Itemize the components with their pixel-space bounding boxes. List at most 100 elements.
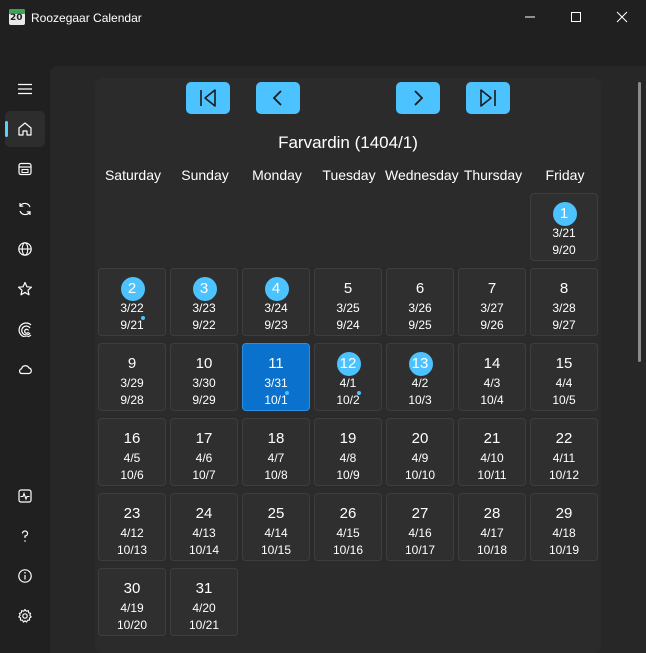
- gregorian-date: 4/13: [192, 526, 216, 540]
- scrollbar[interactable]: [638, 82, 641, 362]
- hijri-date: 9/20: [552, 243, 576, 257]
- day-cell[interactable]: 27 4/16 10/17: [386, 493, 454, 561]
- hijri-date: 10/15: [260, 543, 292, 557]
- hijri-date: 9/24: [336, 318, 360, 332]
- hijri-date: 9/21: [120, 318, 144, 332]
- sync-icon: [19, 202, 31, 216]
- sidebar-item-home[interactable]: [5, 111, 45, 147]
- hijri-date: 10/19: [548, 543, 580, 557]
- sidebar-item-info[interactable]: [5, 558, 45, 594]
- day-number: 25: [267, 505, 285, 522]
- gregorian-date: 3/27: [480, 301, 504, 315]
- gregorian-date: 4/14: [264, 526, 288, 540]
- previous-month-button[interactable]: [256, 82, 300, 114]
- event-dot: [357, 391, 361, 395]
- day-number: 20: [411, 430, 429, 447]
- hijri-date: 10/21: [188, 618, 220, 632]
- gregorian-date: 4/15: [336, 526, 360, 540]
- day-cell[interactable]: 9 3/29 9/28: [98, 343, 166, 411]
- hijri-date: 9/26: [480, 318, 504, 332]
- day-number: 21: [483, 430, 501, 447]
- day-cell[interactable]: 6 3/26 9/25: [386, 268, 454, 336]
- day-cell[interactable]: 8 3/28 9/27: [530, 268, 598, 336]
- day-cell[interactable]: 24 4/13 10/14: [170, 493, 238, 561]
- day-number: 19: [339, 430, 357, 447]
- day-cell[interactable]: 1 3/21 9/20: [530, 193, 598, 261]
- hijri-date: 10/17: [404, 543, 436, 557]
- gregorian-date: 4/2: [411, 376, 429, 390]
- hijri-date: 10/13: [116, 543, 148, 557]
- hijri-date: 9/29: [192, 393, 216, 407]
- day-cell[interactable]: 14 4/3 10/4: [458, 343, 526, 411]
- day-cell[interactable]: 4 3/24 9/23: [242, 268, 310, 336]
- day-cell[interactable]: 30 4/19 10/20: [98, 568, 166, 636]
- sidebar-item-converter[interactable]: [5, 311, 45, 347]
- day-cell[interactable]: 25 4/14 10/15: [242, 493, 310, 561]
- sidebar-item-activity[interactable]: [5, 478, 45, 514]
- sidebar-item-cloud[interactable]: [5, 351, 45, 387]
- hijri-date: 9/22: [192, 318, 216, 332]
- weekday-tuesday: Tuesday: [322, 167, 376, 183]
- day-number: 14: [483, 355, 501, 372]
- gregorian-date: 3/24: [264, 301, 288, 315]
- sidebar-item-sync[interactable]: [5, 191, 45, 227]
- day-cell[interactable]: 7 3/27 9/26: [458, 268, 526, 336]
- hijri-date: 10/6: [120, 468, 144, 482]
- maximize-button[interactable]: [553, 0, 599, 34]
- day-cell[interactable]: 20 4/9 10/10: [386, 418, 454, 486]
- day-cell[interactable]: 18 4/7 10/8: [242, 418, 310, 486]
- app-icon-number: 20: [10, 13, 23, 23]
- day-cell[interactable]: 2 3/22 9/21: [98, 268, 166, 336]
- gregorian-date: 4/12: [120, 526, 144, 540]
- day-number: 30: [123, 580, 141, 597]
- gregorian-date: 4/16: [408, 526, 432, 540]
- calendar-icon: [18, 162, 32, 176]
- day-cell[interactable]: 26 4/15 10/16: [314, 493, 382, 561]
- hijri-date: 10/7: [192, 468, 216, 482]
- day-cell[interactable]: 15 4/4 10/5: [530, 343, 598, 411]
- weekday-thursday: Thursday: [463, 167, 523, 183]
- day-number: 15: [555, 355, 573, 372]
- day-cell[interactable]: 10 3/30 9/29: [170, 343, 238, 411]
- weekday-saturday: Saturday: [104, 167, 162, 183]
- day-number: 5: [343, 280, 353, 297]
- sidebar-item-calendar[interactable]: [5, 151, 45, 187]
- sidebar-item-favorites[interactable]: [5, 271, 45, 307]
- day-cell[interactable]: 31 4/20 10/21: [170, 568, 238, 636]
- gregorian-date: 3/28: [552, 301, 576, 315]
- day-cell[interactable]: 16 4/5 10/6: [98, 418, 166, 486]
- day-number: 27: [411, 505, 429, 522]
- hamburger-menu-button[interactable]: [5, 71, 45, 107]
- day-cell[interactable]: 23 4/12 10/13: [98, 493, 166, 561]
- sidebar: [0, 36, 50, 653]
- day-cell[interactable]: 17 4/6 10/7: [170, 418, 238, 486]
- help-icon: [21, 530, 29, 542]
- sidebar-item-settings[interactable]: [5, 598, 45, 634]
- gregorian-date: 4/18: [552, 526, 576, 540]
- last-month-button[interactable]: [466, 82, 510, 114]
- gregorian-date: 4/8: [339, 451, 357, 465]
- day-cell[interactable]: 22 4/11 10/12: [530, 418, 598, 486]
- day-number: 26: [339, 505, 357, 522]
- globe-icon: [18, 242, 32, 256]
- day-cell[interactable]: 3 3/23 9/22: [170, 268, 238, 336]
- day-cell-today[interactable]: 11 3/31 10/1: [242, 343, 310, 411]
- hijri-date: 9/28: [120, 393, 144, 407]
- day-cell[interactable]: 19 4/8 10/9: [314, 418, 382, 486]
- first-month-button[interactable]: [186, 82, 230, 114]
- close-button[interactable]: [599, 0, 645, 34]
- day-cell[interactable]: 29 4/18 10/19: [530, 493, 598, 561]
- day-cell[interactable]: 13 4/2 10/3: [386, 343, 454, 411]
- next-month-button[interactable]: [396, 82, 440, 114]
- gear-icon: [18, 608, 32, 623]
- day-cell[interactable]: 28 4/17 10/18: [458, 493, 526, 561]
- day-cell[interactable]: 21 4/10 10/11: [458, 418, 526, 486]
- day-cell[interactable]: 12 4/1 10/2: [314, 343, 382, 411]
- minimize-button[interactable]: [507, 0, 553, 34]
- day-number: 28: [483, 505, 501, 522]
- sidebar-item-help[interactable]: [5, 518, 45, 554]
- sidebar-item-world[interactable]: [5, 231, 45, 267]
- day-cell[interactable]: 5 3/25 9/24: [314, 268, 382, 336]
- hijri-date: 10/20: [116, 618, 148, 632]
- skip-back-icon: [200, 89, 216, 107]
